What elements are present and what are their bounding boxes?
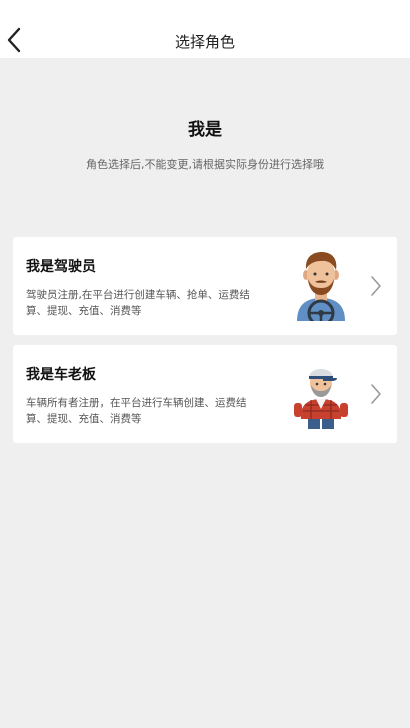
intro-subtitle: 角色选择后,不能变更,请根据实际身份进行选择哦 [86, 158, 324, 171]
role-description: 车辆所有者注册，在平台进行车辆创建、运费结算、提现、充值、消费等 [26, 397, 247, 425]
role-card-vehicle-owner[interactable]: 我是车老板 车辆所有者注册，在平台进行车辆创建、运费结算、提现、充值、消费等 [13, 345, 397, 443]
role-title: 我是驾驶员 [26, 259, 96, 275]
role-description: 驾驶员注册,在平台进行创建车辆、抢单、运费结算、提现、充值、消费等 [26, 289, 250, 317]
role-card-driver[interactable]: 我是驾驶员 驾驶员注册,在平台进行创建车辆、抢单、运费结算、提现、充值、消费等 [13, 237, 397, 335]
driver-avatar-illustration [297, 252, 345, 321]
chevron-right-icon[interactable] [370, 275, 382, 297]
vehicle-owner-avatar-illustration [294, 369, 348, 429]
page-title: 选择角色 [174, 33, 235, 51]
intro-heading: 我是 [188, 120, 222, 140]
chevron-right-icon[interactable] [370, 383, 382, 405]
role-title: 我是车老板 [26, 367, 96, 383]
top-navigation-bar: 选择角色 [0, 0, 410, 58]
